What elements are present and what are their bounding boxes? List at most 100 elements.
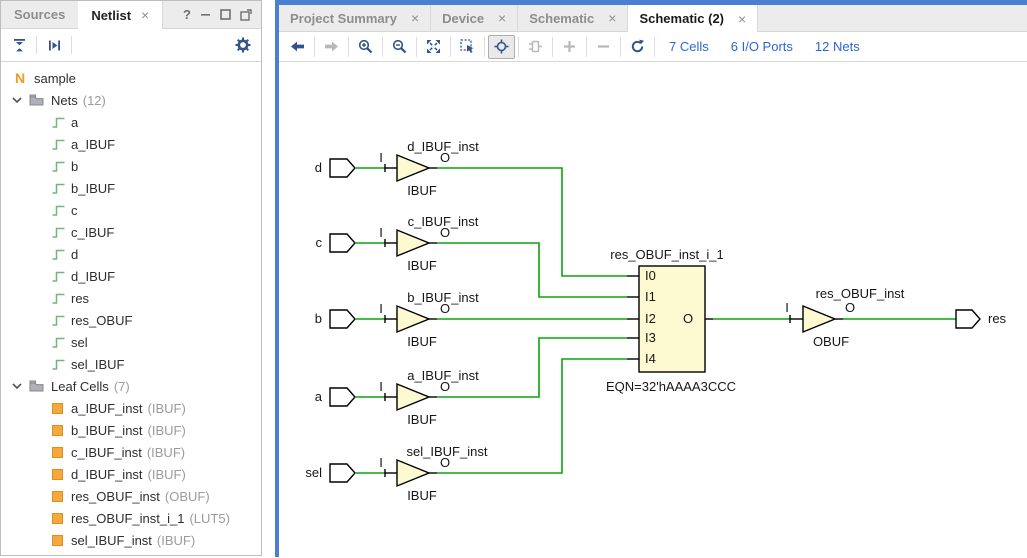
- port-label: res: [988, 311, 1007, 326]
- io-ports-count-link[interactable]: 6 I/O Ports: [731, 39, 793, 54]
- maximize-button[interactable]: [220, 9, 231, 20]
- tree-item-label: sel_IBUF_inst: [71, 533, 152, 548]
- toolbar-separator: [654, 37, 655, 57]
- close-icon[interactable]: ×: [738, 12, 746, 26]
- expand-to-selection-button[interactable]: [44, 35, 64, 55]
- tab-project-summary[interactable]: Project Summary ×: [279, 5, 431, 31]
- tree-item-cell[interactable]: d_IBUF_inst(IBUF): [1, 463, 261, 485]
- instance-name: a_IBUF_inst: [407, 368, 479, 383]
- pin-in-label: I: [379, 225, 383, 240]
- autofit-selection-button[interactable]: [488, 35, 515, 59]
- panel-window-buttons: ?: [183, 1, 261, 28]
- collapse-all-button[interactable]: [9, 35, 29, 55]
- back-arrow-icon: [290, 39, 305, 54]
- tree-item-net[interactable]: c: [1, 199, 261, 221]
- tree-item-label: sample: [34, 71, 76, 86]
- obuf-cell-res[interactable]: [803, 306, 835, 332]
- tree-item-net[interactable]: a: [1, 111, 261, 133]
- tab-netlist[interactable]: Netlist ×: [78, 1, 163, 29]
- tree-item-net[interactable]: res: [1, 287, 261, 309]
- pin-in-label: I: [785, 300, 789, 315]
- tree-item-cell[interactable]: res_OBUF_inst(OBUF): [1, 485, 261, 507]
- tree-item-net[interactable]: d_IBUF: [1, 265, 261, 287]
- tree-item-label: a_IBUF: [71, 137, 115, 152]
- tree-item-net[interactable]: b_IBUF: [1, 177, 261, 199]
- ibuf-cell-a[interactable]: [397, 384, 429, 410]
- net-icon: [51, 336, 65, 349]
- help-button[interactable]: ?: [183, 7, 191, 22]
- expand-cone-button[interactable]: [556, 35, 583, 59]
- forward-button[interactable]: [318, 35, 345, 59]
- zoom-in-button[interactable]: [352, 35, 379, 59]
- input-port-shape-a[interactable]: [330, 388, 355, 406]
- tree-item-net[interactable]: c_IBUF: [1, 221, 261, 243]
- ibuf-cell-b[interactable]: [397, 306, 429, 332]
- chevron-down-icon[interactable]: [11, 96, 23, 104]
- net-icon: [51, 314, 65, 327]
- tree-item-label: sel: [71, 335, 88, 350]
- chevron-down-icon[interactable]: [11, 382, 23, 390]
- nets-count-link[interactable]: 12 Nets: [815, 39, 860, 54]
- obuf-cell-group: I O res_OBUF_inst OBUF: [785, 286, 905, 349]
- collapse-cone-button[interactable]: [590, 35, 617, 59]
- cell-type-label: OBUF: [813, 334, 849, 349]
- zoom-out-icon: [392, 39, 407, 54]
- input-port-shape-d[interactable]: [330, 159, 355, 177]
- cells-count-link[interactable]: 7 Cells: [669, 39, 709, 54]
- maximize-icon: [220, 9, 231, 20]
- ibuf-cell-c[interactable]: [397, 230, 429, 256]
- tree-item-sample[interactable]: N sample: [1, 67, 261, 89]
- ibuf-cell-sel[interactable]: [397, 460, 429, 486]
- zoom-out-button[interactable]: [386, 35, 413, 59]
- add-cell-button[interactable]: [522, 35, 549, 59]
- close-icon[interactable]: ×: [141, 8, 149, 22]
- settings-button[interactable]: [233, 35, 253, 55]
- close-icon[interactable]: ×: [608, 11, 616, 25]
- tree-group-nets[interactable]: Nets (12): [1, 89, 261, 111]
- zoom-fit-button[interactable]: [420, 35, 447, 59]
- zoom-to-selection-button[interactable]: [454, 35, 481, 59]
- port-label: b: [315, 311, 322, 326]
- cell-type-label: IBUF: [407, 183, 437, 198]
- regenerate-button[interactable]: [624, 35, 651, 59]
- cell-icon: [52, 403, 63, 414]
- schematic-canvas[interactable]: d I O d_IBUF_inst IBUF c: [279, 62, 1027, 557]
- tree-item-net[interactable]: sel: [1, 331, 261, 353]
- tab-label: Schematic (2): [639, 11, 724, 26]
- close-icon[interactable]: ×: [411, 11, 419, 25]
- tab-schematic[interactable]: Schematic ×: [518, 5, 628, 31]
- net-icon: [51, 292, 65, 305]
- tab-sources[interactable]: Sources: [1, 1, 78, 28]
- tree-item-cell[interactable]: sel_IBUF_inst(IBUF): [1, 529, 261, 551]
- ibuf-cell-d[interactable]: [397, 155, 429, 181]
- output-port-shape-res[interactable]: [956, 310, 980, 328]
- back-button[interactable]: [284, 35, 311, 59]
- instance-name: sel_IBUF_inst: [407, 444, 488, 459]
- schematic-drawing: d I O d_IBUF_inst IBUF c: [279, 62, 1027, 557]
- tree-group-leaf-cells[interactable]: Leaf Cells (7): [1, 375, 261, 397]
- tab-device[interactable]: Device ×: [431, 5, 518, 31]
- tree-item-net[interactable]: sel_IBUF: [1, 353, 261, 375]
- tab-schematic-2[interactable]: Schematic (2) ×: [628, 5, 758, 32]
- tree-item-cell[interactable]: b_IBUF_inst(IBUF): [1, 419, 261, 441]
- tree-item-label: a: [71, 115, 78, 130]
- net-wire-c-ibuf[interactable]: [437, 243, 627, 297]
- tree-group-count: (12): [83, 93, 106, 108]
- input-port-shape-c[interactable]: [330, 234, 355, 252]
- tree-item-net[interactable]: b: [1, 155, 261, 177]
- tree-item-net[interactable]: a_IBUF: [1, 133, 261, 155]
- input-port-shape-b[interactable]: [330, 310, 355, 328]
- tree-item-net[interactable]: res_OBUF: [1, 309, 261, 331]
- tree-item-net[interactable]: d: [1, 243, 261, 265]
- tree-item-cell[interactable]: a_IBUF_inst(IBUF): [1, 397, 261, 419]
- net-icon: [51, 182, 65, 195]
- schematic-panel: Project Summary × Device × Schematic × S…: [275, 0, 1027, 557]
- tree-item-cell[interactable]: res_OBUF_inst_i_1(LUT5): [1, 507, 261, 529]
- close-icon[interactable]: ×: [498, 11, 506, 25]
- pin-in-label: I: [379, 379, 383, 394]
- tree-item-cell[interactable]: c_IBUF_inst(IBUF): [1, 441, 261, 463]
- minimize-button[interactable]: [200, 9, 211, 20]
- cell-icon: [52, 469, 63, 480]
- input-port-shape-sel[interactable]: [330, 464, 355, 482]
- float-button[interactable]: [240, 9, 252, 21]
